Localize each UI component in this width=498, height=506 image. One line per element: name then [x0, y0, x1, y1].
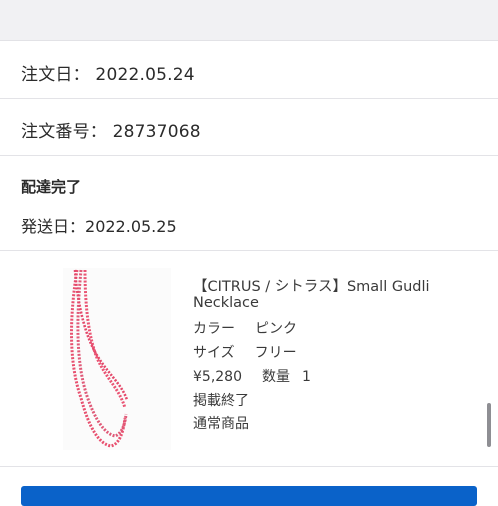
ship-date-value: 2022.05.25 — [85, 217, 177, 236]
delivery-status-title: 配達完了 — [21, 178, 82, 196]
ship-date-label: 発送日： — [21, 217, 86, 236]
qty-value: 1 — [302, 369, 311, 385]
product-name-line1[interactable]: 【CITRUS / シトラス】Small Gudli — [193, 275, 430, 296]
size-label: サイズ — [193, 345, 235, 361]
product-name-line2[interactable]: Necklace — [193, 295, 259, 311]
order-date: 注文日： 2022.05.24 — [21, 60, 195, 85]
scrollbar-thumb[interactable] — [487, 403, 491, 447]
listing-status: 掲載終了 — [193, 393, 249, 409]
qty-label: 数量 — [262, 369, 290, 385]
order-date-value: 2022.05.24 — [95, 65, 195, 85]
product-color: カラー ピンク — [193, 318, 297, 338]
order-number-label: 注文番号： — [21, 122, 107, 142]
order-number-row: 注文番号： 28737068 — [0, 99, 498, 156]
order-number-value: 28737068 — [112, 122, 201, 142]
color-value: ピンク — [255, 321, 297, 337]
size-value: フリー — [254, 345, 297, 361]
order-date-label: 注文日： — [21, 65, 90, 85]
product-type: 通常商品 — [193, 416, 249, 432]
primary-action-button[interactable] — [21, 486, 477, 506]
divider — [0, 250, 498, 251]
order-number: 注文番号： 28737068 — [21, 117, 201, 142]
pink-bead-necklace-icon — [70, 269, 129, 448]
product-price-qty: ¥5,280 数量 1 — [193, 366, 311, 386]
top-header-strip — [0, 0, 498, 41]
price: ¥5,280 — [193, 369, 242, 385]
ship-date: 発送日：2022.05.25 — [21, 213, 177, 237]
product-image[interactable] — [63, 268, 171, 450]
order-date-row: 注文日： 2022.05.24 — [0, 40, 498, 99]
product-size: サイズ フリー — [193, 342, 297, 362]
color-label: カラー — [193, 321, 235, 337]
